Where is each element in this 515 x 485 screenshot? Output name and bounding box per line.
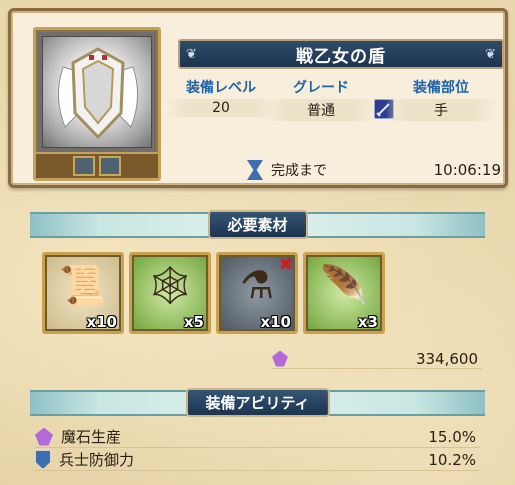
- equipment-slots: [36, 152, 158, 178]
- timer-value: 10:06:19: [433, 161, 501, 179]
- scroll-icon: 📜: [59, 263, 107, 307]
- magic-crystal-icon: [35, 427, 53, 446]
- materials-title: 必要素材: [207, 210, 308, 239]
- feather-icon: 🪶: [320, 263, 368, 307]
- material-slot-feather[interactable]: 🪶 x3: [303, 252, 385, 334]
- material-slot-scroll[interactable]: 📜 x10: [42, 252, 124, 334]
- material-qty: x3: [357, 313, 378, 331]
- equipment-title-bar: ❦ 戦乙女の盾 ❦: [178, 39, 504, 69]
- stat-value: 普通: [266, 99, 376, 121]
- equipment-name: 戦乙女の盾: [296, 46, 386, 67]
- equipment-card: ❦ 戦乙女の盾 ❦ 装備レベル 20 グレード 普通 装備部位 手 完成まで 1…: [8, 8, 508, 188]
- ability-value: 15.0%: [428, 427, 476, 446]
- material-slot-spiderweb[interactable]: 🕸 x5: [129, 252, 211, 334]
- shield-icon: [35, 450, 51, 469]
- equipment-slot: [73, 156, 95, 176]
- spiderweb-icon: 🕸: [145, 263, 195, 307]
- material-qty: x10: [260, 313, 291, 331]
- ornament-icon: ❦: [485, 47, 496, 62]
- stat-value: 手: [386, 99, 496, 121]
- equipment-slot: [99, 156, 121, 176]
- stat-equip-level: 装備レベル 20: [166, 77, 276, 117]
- completion-timer: 完成まで 10:06:19: [247, 159, 507, 181]
- missing-x-icon: ✖: [278, 255, 293, 275]
- ability-name: 兵士防御力: [59, 451, 135, 469]
- crystal-cost: 334,600: [272, 349, 482, 369]
- magic-crystal-icon: [272, 350, 288, 367]
- cost-value: 334,600: [415, 349, 478, 368]
- equipment-portrait[interactable]: [33, 27, 161, 181]
- stat-label: 装備レベル: [186, 80, 256, 96]
- abilities-banner: 装備アビリティ: [30, 388, 485, 417]
- stat-value: 20: [166, 99, 276, 117]
- material-qty: x5: [183, 313, 204, 331]
- stat-label: 装備部位: [413, 80, 469, 96]
- materials-banner: 必要素材: [30, 210, 485, 239]
- ability-row: 魔石生産 15.0%: [35, 426, 480, 448]
- ability-name: 魔石生産: [61, 428, 122, 446]
- stat-grade: グレード 普通: [266, 77, 376, 121]
- stat-equip-slot: 装備部位 手: [386, 77, 496, 121]
- stat-label: グレード: [293, 80, 349, 96]
- ornament-icon: ❦: [186, 47, 197, 62]
- material-qty: x10: [86, 313, 117, 331]
- hourglass-icon: [247, 160, 263, 180]
- ability-row: 兵士防御力 10.2%: [35, 449, 480, 471]
- timer-label: 完成まで: [271, 163, 327, 179]
- winged-shield-icon: [42, 36, 152, 148]
- material-slot-potion[interactable]: ⚗ ✖ x10: [216, 252, 298, 334]
- abilities-title: 装備アビリティ: [185, 388, 330, 417]
- ability-value: 10.2%: [428, 450, 476, 469]
